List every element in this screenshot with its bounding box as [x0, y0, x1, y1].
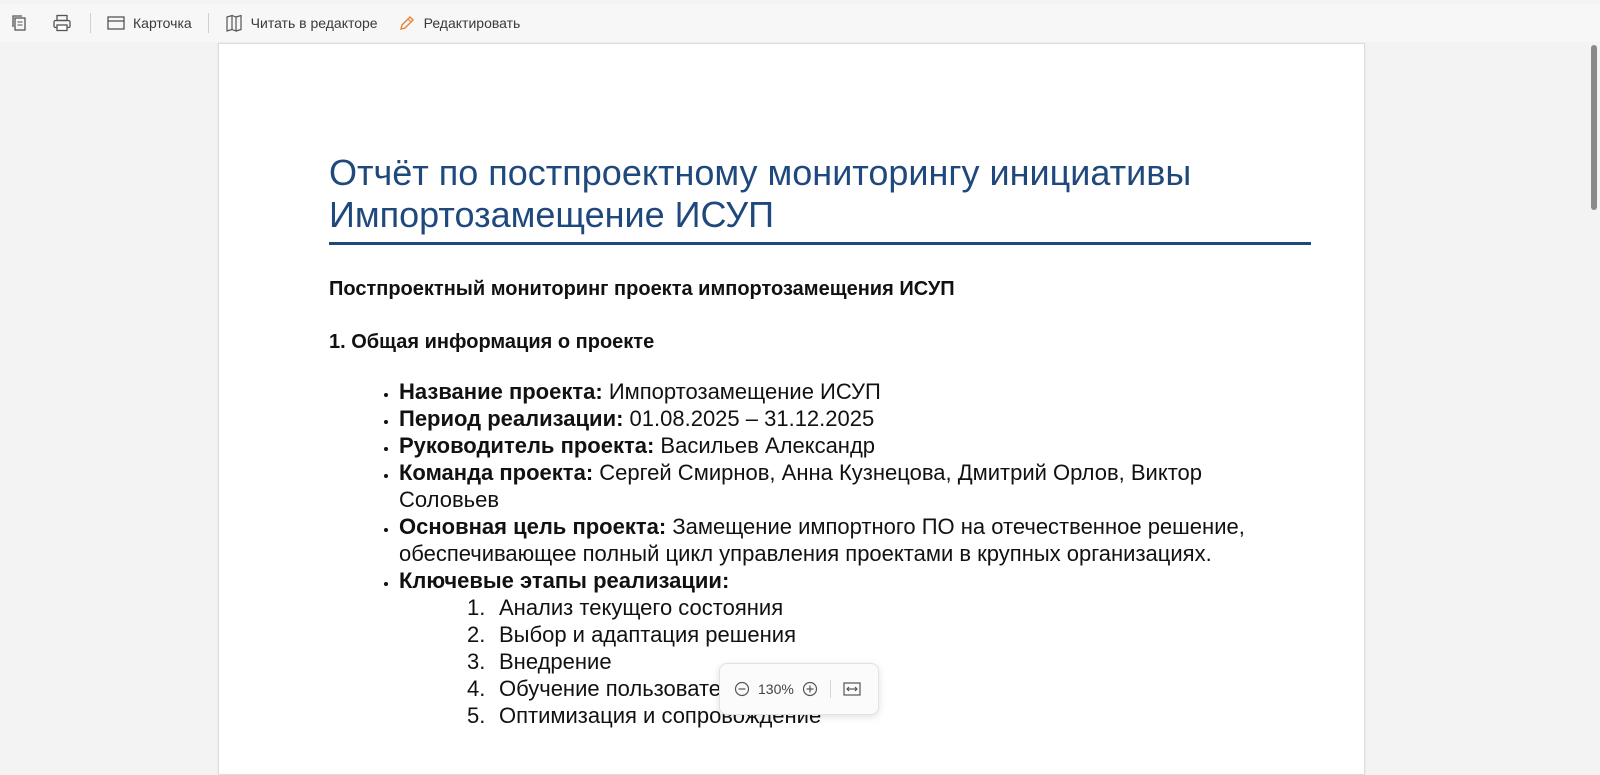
fit-width-icon[interactable] [843, 681, 861, 697]
copy-icon [10, 14, 28, 32]
edit-button-label: Редактировать [423, 15, 521, 31]
zoom-out-icon[interactable] [734, 681, 750, 697]
toolbar: Карточка Читать в редакторе Редактироват… [0, 4, 1600, 42]
zoom-controls: 130% [719, 663, 879, 715]
stage-number: 4. [467, 676, 486, 701]
stage-item: 1. Анализ текущего состояния [467, 594, 1299, 621]
card-button-label: Карточка [133, 15, 192, 31]
document-subtitle: Постпроектный мониторинг проекта импорто… [329, 278, 955, 300]
item-label: Основная цель проекта: [399, 514, 667, 539]
stage-item: 4. Обучение пользователей [467, 675, 1299, 702]
list-item: Команда проекта: Сергей Смирнов, Анна Ку… [399, 459, 1299, 513]
item-label: Руководитель проекта: [399, 433, 655, 458]
print-button[interactable] [40, 8, 84, 38]
stage-text: Анализ текущего состояния [499, 595, 784, 620]
toolbar-divider [207, 13, 209, 33]
zoom-level: 130% [758, 681, 794, 697]
item-value: Васильев Александр [654, 433, 876, 458]
read-in-editor-button[interactable]: Читать в редакторе [215, 8, 388, 38]
stage-item: 2. Выбор и адаптация решения [467, 621, 1299, 648]
stage-text: Внедрение [499, 649, 612, 674]
stage-item: 5. Оптимизация и сопровождение [467, 702, 1299, 729]
item-label: Название проекта: [399, 379, 603, 404]
title-underline [329, 242, 1311, 245]
stage-number: 1. [467, 595, 486, 620]
stage-number: 3. [467, 649, 486, 674]
pencil-icon [398, 14, 416, 32]
item-label: Команда проекта: [399, 460, 594, 485]
stage-number: 2. [467, 622, 486, 647]
zoom-divider [829, 680, 831, 698]
list-item: Руководитель проекта: Васильев Александр [399, 432, 1299, 459]
item-label: Ключевые этапы реализации: [399, 568, 730, 593]
book-icon [225, 14, 243, 32]
section-heading: 1. Общая информация о проекте [329, 331, 655, 353]
list-item: Основная цель проекта: Замещение импортн… [399, 513, 1299, 567]
document-title: Отчёт по постпроектному мониторингу иниц… [329, 152, 1192, 235]
edit-button[interactable]: Редактировать [388, 8, 531, 38]
item-label: Период реализации: [399, 406, 624, 431]
print-icon [52, 14, 72, 32]
stage-text: Выбор и адаптация решения [499, 622, 796, 647]
stage-item: 3. Внедрение [467, 648, 1299, 675]
scrollbar-thumb[interactable] [1591, 45, 1597, 210]
vertical-scrollbar[interactable] [1588, 43, 1600, 758]
list-item: Период реализации: 01.08.2025 – 31.12.20… [399, 405, 1299, 432]
item-value: 01.08.2025 – 31.12.2025 [623, 406, 875, 431]
item-value: Импортозамещение ИСУП [602, 379, 881, 404]
card-icon [107, 16, 125, 30]
copy-button[interactable] [0, 8, 40, 38]
zoom-in-icon[interactable] [802, 681, 818, 697]
list-item: Название проекта: Импортозамещение ИСУП [399, 378, 1299, 405]
stage-number: 5. [467, 703, 486, 728]
read-in-editor-label: Читать в редакторе [250, 15, 378, 31]
toolbar-divider [90, 13, 91, 33]
card-button[interactable]: Карточка [97, 8, 202, 38]
